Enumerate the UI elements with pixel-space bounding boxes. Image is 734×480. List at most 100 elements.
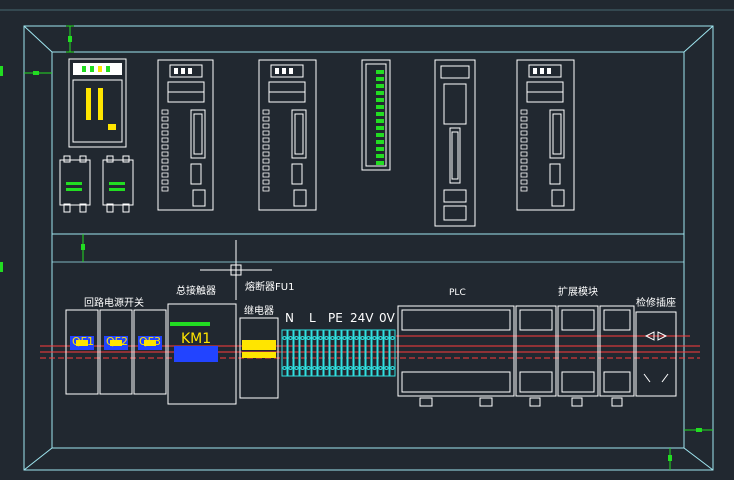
connector-pad (262, 123, 270, 129)
terminal-screw (378, 336, 383, 340)
terminal-screw (390, 336, 395, 340)
io-led (376, 91, 384, 95)
connector-pad (161, 179, 169, 185)
io-led (376, 140, 384, 144)
connector-pad (262, 130, 270, 136)
label-qf3: QF3 (139, 335, 161, 348)
connector-pad (262, 186, 270, 192)
terminal-screw (324, 336, 329, 340)
connector-pad (262, 137, 270, 143)
terminal-screw (354, 366, 359, 370)
terminal-screw (312, 336, 317, 340)
label-main-contactor: 总接触器 (176, 284, 216, 297)
connector-pad (262, 116, 270, 122)
terminal-screw (342, 366, 347, 370)
connector-pad (262, 151, 270, 157)
connector-pad (161, 165, 169, 171)
terminal-screw (294, 336, 299, 340)
io-led (376, 147, 384, 151)
connector-pad (161, 144, 169, 150)
io-led (376, 77, 384, 81)
service-socket[interactable] (635, 311, 677, 397)
terminal-screw (282, 336, 287, 340)
connector-pad (262, 179, 270, 185)
connector-pad (161, 186, 169, 192)
dimension-marks (0, 25, 713, 470)
label-km1: KM1 (181, 331, 211, 347)
terminal-screw (366, 336, 371, 340)
label-relay: 继电器 (244, 304, 274, 317)
io-led (376, 154, 384, 158)
connector-pad (161, 137, 169, 143)
terminal-screw (378, 366, 383, 370)
label-qf1: QF1 (72, 335, 94, 348)
terminal-strip[interactable] (281, 329, 396, 377)
connector-pad (520, 144, 528, 150)
terminal-screw (384, 336, 389, 340)
outer-frame (23, 25, 714, 471)
terminal-screw (372, 336, 377, 340)
terminal-screw (300, 366, 305, 370)
label-layer: 回路电源开关 总接触器 熔断器FU1 继电器 PLC 扩展模块 检修插座 QF1… (72, 280, 676, 348)
terminal-screw (288, 336, 293, 340)
terminal-screw (294, 366, 299, 370)
expansion-module-1[interactable] (515, 305, 557, 407)
label-terminal-24v: 24V (350, 311, 374, 325)
terminal-screw (306, 366, 311, 370)
circuit-protector-1[interactable] (59, 155, 91, 213)
expansion-module-3[interactable] (599, 305, 635, 407)
connector-pad (262, 172, 270, 178)
terminal-screw (300, 336, 305, 340)
connector-pad (161, 158, 169, 164)
io-led (376, 112, 384, 116)
cabinet-layout-drawing: 回路电源开关 总接触器 熔断器FU1 继电器 PLC 扩展模块 检修插座 QF1… (0, 9, 734, 471)
label-fuse: 熔断器FU1 (245, 280, 294, 293)
label-expansion: 扩展模块 (558, 285, 598, 298)
plc-module[interactable] (397, 305, 515, 407)
connector-pad (520, 137, 528, 143)
connector-pad (161, 151, 169, 157)
connector-pad (262, 165, 270, 171)
plc-cpu-tall[interactable] (434, 59, 476, 227)
label-service-socket: 检修插座 (636, 296, 676, 309)
connector-pad (520, 165, 528, 171)
connector-pad (520, 109, 528, 115)
io-led (376, 119, 384, 123)
terminal-screw (390, 366, 395, 370)
connector-pad (520, 130, 528, 136)
terminal-screw (360, 366, 365, 370)
terminal-screw (330, 366, 335, 370)
io-led (376, 105, 384, 109)
connector-pad (520, 123, 528, 129)
cabinet-drawing-canvas[interactable]: 回路电源开关 总接触器 熔断器FU1 继电器 PLC 扩展模块 检修插座 QF1… (0, 0, 734, 480)
contactor-km1[interactable] (167, 303, 237, 405)
circuit-protector-2[interactable] (102, 155, 134, 213)
terminal-screw (324, 366, 329, 370)
connector-pad (262, 109, 270, 115)
connector-pad (161, 172, 169, 178)
terminal-screw (336, 336, 341, 340)
connector-pad (161, 123, 169, 129)
terminal-screw (312, 366, 317, 370)
terminal-screw (360, 336, 365, 340)
relay-fuse-block[interactable] (239, 317, 279, 399)
label-plc: PLC (449, 288, 466, 298)
io-led (376, 133, 384, 137)
connector-pad (520, 179, 528, 185)
power-supply-module[interactable] (68, 58, 127, 148)
io-led (376, 84, 384, 88)
cabinet-frame (0, 9, 734, 471)
expansion-module-2[interactable] (557, 305, 599, 407)
terminal-screw (354, 336, 359, 340)
connector-pad (520, 151, 528, 157)
label-qf2: QF2 (106, 335, 128, 348)
connector-pad (262, 144, 270, 150)
io-led (376, 126, 384, 130)
terminal-screw (318, 336, 323, 340)
connector-pad (520, 116, 528, 122)
terminal-screw (384, 366, 389, 370)
terminal-screw (288, 366, 293, 370)
label-terminal-l: L (309, 311, 316, 325)
connector-pad (520, 158, 528, 164)
connector-pad (520, 172, 528, 178)
